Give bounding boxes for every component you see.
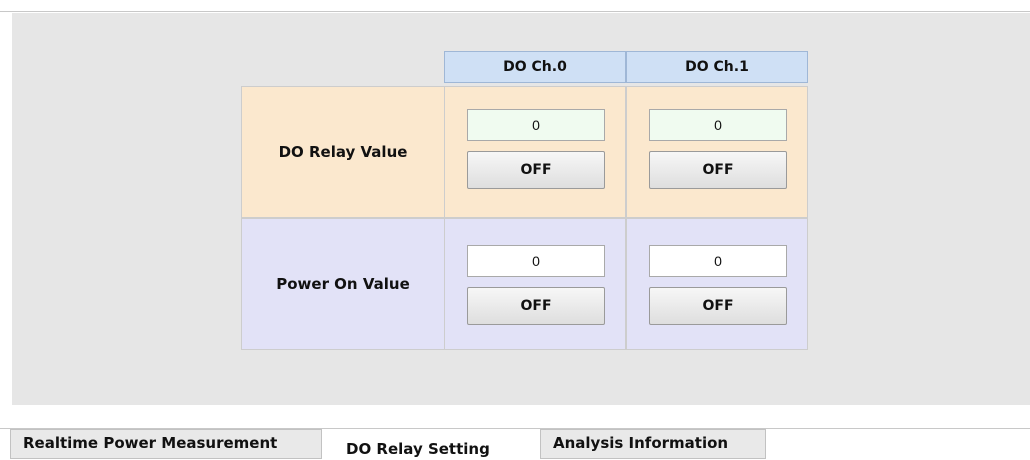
relay-ch0-value: 0 [467, 109, 605, 141]
relay-ch0-cell: 0 OFF [444, 86, 626, 218]
power-ch0-off-button[interactable]: OFF [467, 287, 605, 325]
tab-do-relay-setting[interactable]: DO Relay Setting [332, 430, 532, 460]
column-header-ch1: DO Ch.1 [626, 51, 808, 83]
power-ch1-cell: 0 OFF [626, 218, 808, 350]
relay-ch1-value: 0 [649, 109, 787, 141]
relay-ch1-off-button[interactable]: OFF [649, 151, 787, 189]
tab-realtime-power-measurement[interactable]: Realtime Power Measurement [10, 429, 322, 459]
top-divider [0, 11, 1030, 12]
relay-ch1-cell: 0 OFF [626, 86, 808, 218]
power-ch0-value[interactable]: 0 [467, 245, 605, 277]
tab-analysis-information[interactable]: Analysis Information [540, 429, 766, 459]
power-ch1-off-button[interactable]: OFF [649, 287, 787, 325]
row-label-power-on-value: Power On Value [241, 218, 445, 350]
relay-ch0-off-button[interactable]: OFF [467, 151, 605, 189]
power-ch0-cell: 0 OFF [444, 218, 626, 350]
power-ch1-value[interactable]: 0 [649, 245, 787, 277]
row-label-do-relay-value: DO Relay Value [241, 86, 445, 218]
do-relay-table: DO Ch.0 DO Ch.1 DO Relay Value 0 OFF 0 O… [241, 51, 808, 350]
tab-bar: Realtime Power Measurement DO Relay Sett… [0, 420, 1030, 460]
column-header-ch0: DO Ch.0 [444, 51, 626, 83]
settings-panel: DO Ch.0 DO Ch.1 DO Relay Value 0 OFF 0 O… [12, 13, 1030, 405]
